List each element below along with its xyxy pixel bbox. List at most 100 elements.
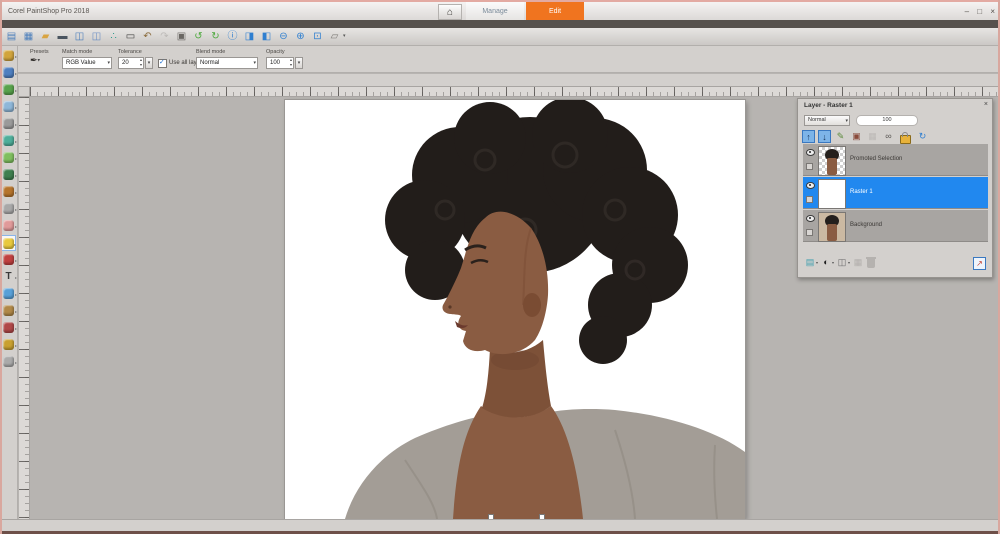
picture-tube-tool[interactable]: ▸ xyxy=(1,252,16,268)
flyout-arrow-icon[interactable]: ▸ xyxy=(15,292,17,297)
home-button[interactable]: ⌂ xyxy=(438,4,462,20)
close-button[interactable]: × xyxy=(990,7,995,16)
chevron-down-icon[interactable]: ▾ xyxy=(832,256,834,269)
chevron-down-icon[interactable]: ▾ xyxy=(343,29,346,44)
flyout-arrow-icon[interactable]: ▸ xyxy=(15,258,17,263)
pick-dropdown-icon[interactable]: ▱ xyxy=(327,29,342,44)
flyout-arrow-icon[interactable]: ▸ xyxy=(15,139,17,144)
layer-up-icon[interactable]: ↑ xyxy=(802,130,815,143)
flyout-arrow-icon[interactable]: ▸ xyxy=(15,190,17,195)
dropper-tool[interactable]: ▸ xyxy=(1,99,16,115)
lighten-darken-tool[interactable]: ▸ xyxy=(1,201,16,217)
match-mode-select[interactable]: RGB Value ▾ xyxy=(62,57,112,69)
warp-brush-tool[interactable]: ▸ xyxy=(1,354,16,370)
undo-history-icon[interactable]: ↺ xyxy=(191,29,206,44)
link-layers-icon[interactable]: ∞ xyxy=(882,130,895,143)
red-eye-tool[interactable]: ▸ xyxy=(1,116,16,132)
flyout-arrow-icon[interactable]: ▸ xyxy=(15,275,17,280)
new-image-icon[interactable]: ▤ xyxy=(4,29,19,44)
lock-transparency-icon[interactable] xyxy=(900,135,911,144)
chevron-down-icon[interactable]: ▾ xyxy=(848,256,850,269)
redo-history-icon[interactable]: ↻ xyxy=(208,29,223,44)
flyout-arrow-icon[interactable]: ▸ xyxy=(15,54,17,59)
flyout-arrow-icon[interactable]: ▸ xyxy=(15,156,17,161)
share-icon[interactable]: ∴ xyxy=(106,29,121,44)
save-icon[interactable]: ◫ xyxy=(72,29,87,44)
eraser-tool[interactable]: ▸ xyxy=(1,218,16,234)
pen-tool[interactable]: ▸ xyxy=(1,337,16,353)
opacity-input[interactable]: 100 ▴▾ xyxy=(266,57,294,69)
flyout-arrow-icon[interactable]: ▸ xyxy=(15,360,17,365)
tolerance-slider-button[interactable]: ▾ xyxy=(145,57,153,69)
close-icon[interactable]: × xyxy=(984,101,988,108)
clone-brush-tool[interactable]: ▸ xyxy=(1,150,16,166)
layer-row-background[interactable]: Background xyxy=(803,210,988,242)
text-tool[interactable]: T▸ xyxy=(1,269,16,285)
workspace-tab-manage[interactable]: Manage xyxy=(466,2,524,22)
pick-tool[interactable]: ▸ xyxy=(1,65,16,81)
flyout-arrow-icon[interactable]: ▸ xyxy=(15,309,17,314)
layer-row-raster-1[interactable]: Raster 1 xyxy=(803,177,988,209)
flyout-arrow-icon[interactable]: ▸ xyxy=(15,88,17,93)
open-icon[interactable]: ▰ xyxy=(38,29,53,44)
flyout-arrow-icon[interactable]: ▸ xyxy=(14,242,16,247)
workspace-tab-edit[interactable]: Edit xyxy=(526,2,584,22)
undo-icon[interactable]: ↶ xyxy=(140,29,155,44)
scratch-remover-tool[interactable]: ▸ xyxy=(1,167,16,183)
presets-flyout-button[interactable]: ✒▾ xyxy=(30,55,52,70)
layer-down-icon[interactable]: ↓ xyxy=(818,130,831,143)
duplicate-layer-icon[interactable]: ▣ xyxy=(850,130,863,143)
palette-toggle2-icon[interactable]: ◧ xyxy=(259,29,274,44)
spinner-arrows-icon[interactable]: ▴▾ xyxy=(290,58,292,67)
flyout-arrow-icon[interactable]: ▸ xyxy=(15,105,17,110)
preset-shape-tool[interactable]: ▸ xyxy=(1,286,16,302)
highlight-layer-icon[interactable]: ↻ xyxy=(916,130,929,143)
tolerance-input[interactable]: 20 ▴▾ xyxy=(118,57,144,69)
delete-layer-icon[interactable] xyxy=(867,259,875,268)
flyout-arrow-icon[interactable]: ▸ xyxy=(15,122,17,127)
info-icon[interactable]: ⓘ xyxy=(225,29,240,44)
visibility-eye-icon[interactable] xyxy=(806,182,815,189)
new-raster-layer-icon[interactable]: ▤ xyxy=(804,256,816,269)
airbrush-tool[interactable]: ▸ xyxy=(1,303,16,319)
fit-window-icon[interactable]: ⊡ xyxy=(310,29,325,44)
flood-fill-tool[interactable]: ▸ xyxy=(1,235,16,251)
visibility-eye-icon[interactable] xyxy=(806,215,815,222)
document-canvas[interactable] xyxy=(285,100,745,519)
pan-tool[interactable]: ▸ xyxy=(1,48,16,64)
visibility-eye-icon[interactable] xyxy=(806,149,815,156)
selection-tool[interactable]: ▸ xyxy=(1,82,16,98)
flyout-arrow-icon[interactable]: ▸ xyxy=(15,207,17,212)
maximize-button[interactable]: □ xyxy=(977,7,982,16)
blend-mode-select[interactable]: Normal ▾ xyxy=(196,57,258,69)
spinner-arrows-icon[interactable]: ▴▾ xyxy=(140,58,142,67)
twain-acquire-icon[interactable]: ▬ xyxy=(55,29,70,44)
chevron-down-icon[interactable]: ▾ xyxy=(816,256,818,269)
use-all-layers-checkbox[interactable]: ✓ xyxy=(158,59,167,68)
layer-row-promoted-selection[interactable]: Promoted Selection xyxy=(803,144,988,176)
oil-brush-tool[interactable]: ▸ xyxy=(1,320,16,336)
new-layer-icon[interactable]: ✎ xyxy=(834,130,847,143)
flyout-arrow-icon[interactable]: ▸ xyxy=(15,326,17,331)
zoom-in-icon[interactable]: ⊕ xyxy=(293,29,308,44)
makeover-tool[interactable]: ▸ xyxy=(1,133,16,149)
save-as-icon[interactable]: ◫ xyxy=(89,29,104,44)
paint-brush-tool[interactable]: ▸ xyxy=(1,184,16,200)
zoom-out-icon[interactable]: ⊖ xyxy=(276,29,291,44)
screen-capture-icon[interactable]: ▣ xyxy=(174,29,189,44)
new-layer-group-icon[interactable]: ▦ xyxy=(852,256,864,269)
new-mask-layer-icon[interactable]: ◫ xyxy=(836,256,848,269)
opacity-slider-button[interactable]: ▾ xyxy=(295,57,303,69)
print-icon[interactable]: ▭ xyxy=(123,29,138,44)
layer-opacity-slider[interactable]: 100 xyxy=(856,115,918,126)
minimize-button[interactable]: – xyxy=(965,7,969,16)
flyout-arrow-icon[interactable]: ▸ xyxy=(15,71,17,76)
flyout-arrow-icon[interactable]: ▸ xyxy=(15,224,17,229)
new-adjustment-layer-icon[interactable]: ◐ xyxy=(820,256,832,269)
browse-icon[interactable]: ▦ xyxy=(21,29,36,44)
palette-toggle-icon[interactable]: ◨ xyxy=(242,29,257,44)
flyout-arrow-icon[interactable]: ▸ xyxy=(15,343,17,348)
flyout-arrow-icon[interactable]: ▸ xyxy=(15,173,17,178)
edit-selection-icon[interactable]: ↗ xyxy=(973,257,986,270)
layer-blend-mode-select[interactable]: Normal ▾ xyxy=(804,115,850,126)
